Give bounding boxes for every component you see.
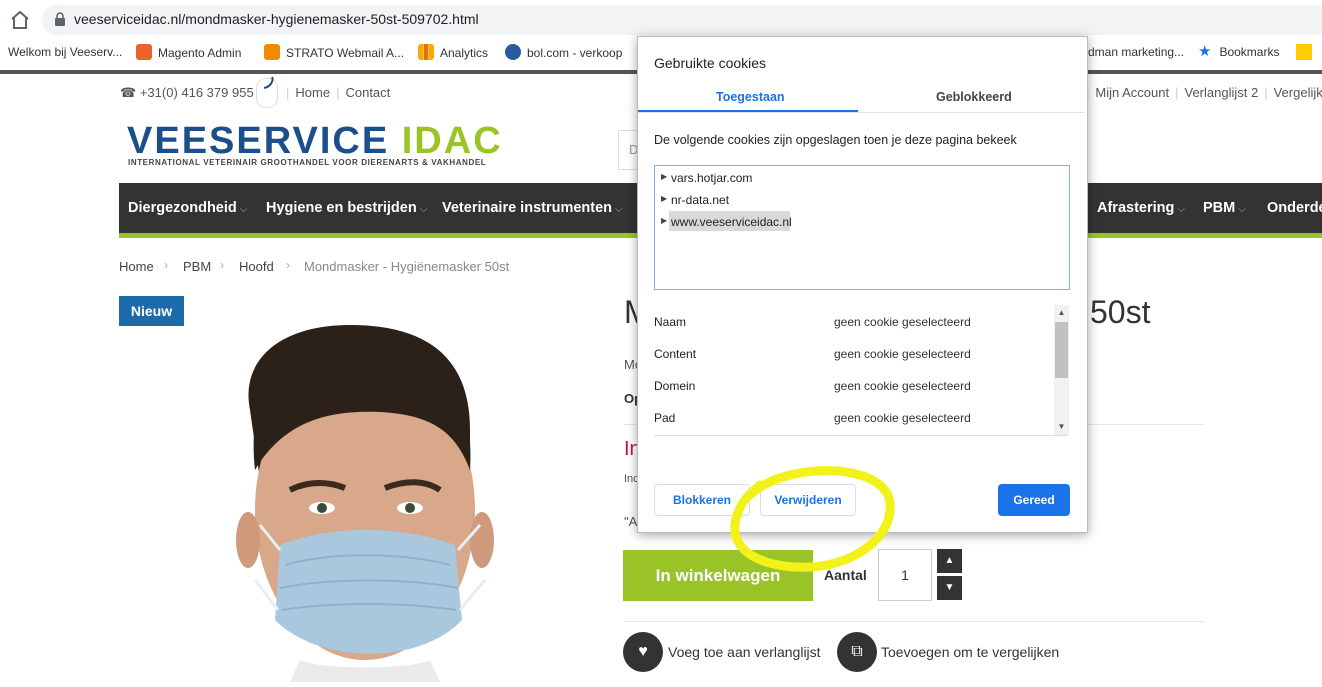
bookmark-folder-icon[interactable] (1296, 44, 1312, 60)
breadcrumb-current: Mondmasker - Hygiënemasker 50st (304, 259, 510, 274)
nav-label: Veterinaire instrumenten (442, 200, 613, 216)
chevron-right-icon: › (164, 258, 168, 272)
scroll-down-arrow-icon[interactable]: ▼ (1054, 420, 1069, 434)
detail-value: geen cookie geselecteerd (834, 411, 971, 425)
mail-icon (264, 44, 280, 60)
nav-item-afrastering[interactable]: Afrastering ⌵ (1097, 200, 1185, 216)
scroll-up-arrow-icon[interactable]: ▲ (1054, 306, 1069, 320)
top-link-home[interactable]: Home (295, 85, 330, 100)
lock-icon[interactable] (54, 12, 66, 26)
logo[interactable]: VEESERVICE IDAC (127, 120, 503, 163)
chevron-right-icon: › (286, 258, 290, 272)
nav-label: Diergezondheid (128, 200, 237, 216)
bookmark-item[interactable]: Magento Admin (136, 44, 241, 62)
detail-value: geen cookie geselecteerd (834, 379, 971, 393)
nav-item-pbm[interactable]: PBM ⌵ (1203, 200, 1246, 216)
nav-item-hygiene[interactable]: Hygiene en bestrijden ⌵ (266, 200, 427, 216)
logo-accent: IDAC (401, 120, 503, 162)
logo-tagline: INTERNATIONAL VETERINAIR GROOTHANDEL VOO… (128, 158, 487, 167)
tree-item-domain[interactable]: vars.hotjar.com (671, 171, 752, 185)
tab-divider (638, 112, 1085, 113)
done-button[interactable]: Gereed (998, 484, 1070, 516)
nav-item-instrumenten[interactable]: Veterinaire instrumenten ⌵ (442, 200, 623, 216)
add-to-compare-link[interactable]: Toevoegen om te vergelijken (881, 644, 1059, 660)
account-link[interactable]: Mijn Account (1095, 85, 1169, 100)
chevron-down-icon: ⌵ (1177, 204, 1185, 215)
nav-label: Onderde (1267, 200, 1322, 216)
expand-arrow-icon[interactable]: ▶ (661, 172, 667, 181)
tree-item-domain[interactable]: www.veeserviceidac.nl (671, 215, 792, 229)
scrollbar-thumb[interactable] (1055, 322, 1068, 378)
top-links: | Home | Contact (286, 85, 391, 100)
bookmark-item[interactable]: Analytics (418, 44, 488, 62)
bookmark-label: dman marketing... (1088, 45, 1185, 59)
bookmark-item[interactable]: bol.com - verkoop (505, 44, 622, 62)
new-badge: Nieuw (119, 296, 184, 326)
dialog-description: De volgende cookies zijn opgeslagen toen… (654, 133, 1017, 147)
breadcrumb-pbm[interactable]: PBM (183, 259, 211, 274)
logo-main: VEESERVICE (127, 120, 390, 162)
account-links: |Mijn Account|Verlanglijst 2|Vergelijk (1086, 85, 1322, 100)
breadcrumb-home[interactable]: Home (119, 259, 154, 274)
description-fragment: "A (624, 514, 638, 529)
bookmark-item[interactable]: Welkom bij Veeserv... (8, 44, 122, 62)
quantity-down-button[interactable]: ▼ (937, 576, 962, 600)
phone-icon: ☎ (120, 85, 137, 100)
tree-item-domain[interactable]: nr-data.net (671, 193, 729, 207)
top-link-contact[interactable]: Contact (345, 85, 390, 100)
whatsapp-icon[interactable] (256, 76, 278, 108)
bookmark-label: Welkom bij Veeserv... (8, 45, 123, 59)
divider (654, 435, 1068, 436)
bookmark-label: Analytics (440, 46, 489, 60)
nav-label: Hygiene en bestrijden (266, 200, 417, 216)
product-image[interactable] (230, 320, 510, 687)
detail-label: Pad (654, 411, 676, 425)
tab-blocked[interactable]: Geblokkeerd (936, 90, 1012, 104)
globe-icon (505, 44, 521, 60)
detail-label: Content (654, 347, 697, 361)
phone-number: ☎ +31(0) 416 379 955 (120, 85, 254, 101)
dialog-title: Gebruikte cookies (654, 55, 767, 71)
expand-arrow-icon[interactable]: ▶ (661, 216, 667, 225)
chevron-down-icon: ⌵ (615, 204, 623, 215)
home-icon[interactable] (8, 8, 32, 32)
bookmark-item[interactable]: STRATO Webmail A... (264, 44, 404, 62)
breadcrumb-hoofd[interactable]: Hoofd (239, 259, 274, 274)
bookmark-label: Magento Admin (158, 46, 242, 60)
detail-label: Naam (654, 315, 687, 329)
nav-label: Afrastering (1097, 200, 1175, 216)
heart-icon[interactable]: ♥ (623, 632, 663, 672)
magento-icon (136, 44, 152, 60)
compare-icon[interactable]: ⧉ (837, 632, 877, 672)
url-text[interactable]: veeserviceidac.nl/mondmasker-hygienemask… (74, 11, 479, 27)
nav-item-diergezondheid[interactable]: Diergezondheid ⌵ (128, 200, 247, 216)
divider (624, 621, 1204, 622)
bookmark-label: bol.com - verkoop (527, 46, 623, 60)
bookmark-label: STRATO Webmail A... (286, 46, 405, 60)
chevron-down-icon: ⌵ (1238, 204, 1246, 215)
quantity-up-button[interactable]: ▲ (937, 549, 962, 573)
annotation-highlight (720, 455, 900, 585)
nav-item-onderdelen[interactable]: Onderde (1267, 200, 1322, 216)
add-to-wishlist-link[interactable]: Voeg toe aan verlanglijst (668, 644, 821, 660)
compare-link[interactable]: Vergelijk (1274, 85, 1322, 100)
analytics-icon (418, 44, 434, 60)
product-title-end: 50st (1090, 294, 1151, 330)
bookmark-item[interactable]: ★ Bookmarks (1198, 44, 1279, 62)
expand-arrow-icon[interactable]: ▶ (661, 194, 667, 203)
tab-allowed[interactable]: Toegestaan (716, 90, 785, 104)
star-icon: ★ (1198, 43, 1212, 60)
detail-label: Domein (654, 379, 696, 393)
phone-text: +31(0) 416 379 955 (139, 85, 254, 100)
nav-label: PBM (1203, 200, 1236, 216)
chevron-down-icon: ⌵ (419, 204, 428, 215)
wishlist-link[interactable]: Verlanglijst 2 (1184, 85, 1258, 100)
detail-value: geen cookie geselecteerd (834, 315, 971, 329)
detail-value: geen cookie geselecteerd (834, 347, 971, 361)
bookmark-label: Bookmarks (1219, 45, 1280, 59)
chevron-right-icon: › (220, 258, 224, 272)
bookmark-item[interactable]: dman marketing... (1088, 44, 1184, 62)
chevron-down-icon: ⌵ (239, 204, 248, 215)
